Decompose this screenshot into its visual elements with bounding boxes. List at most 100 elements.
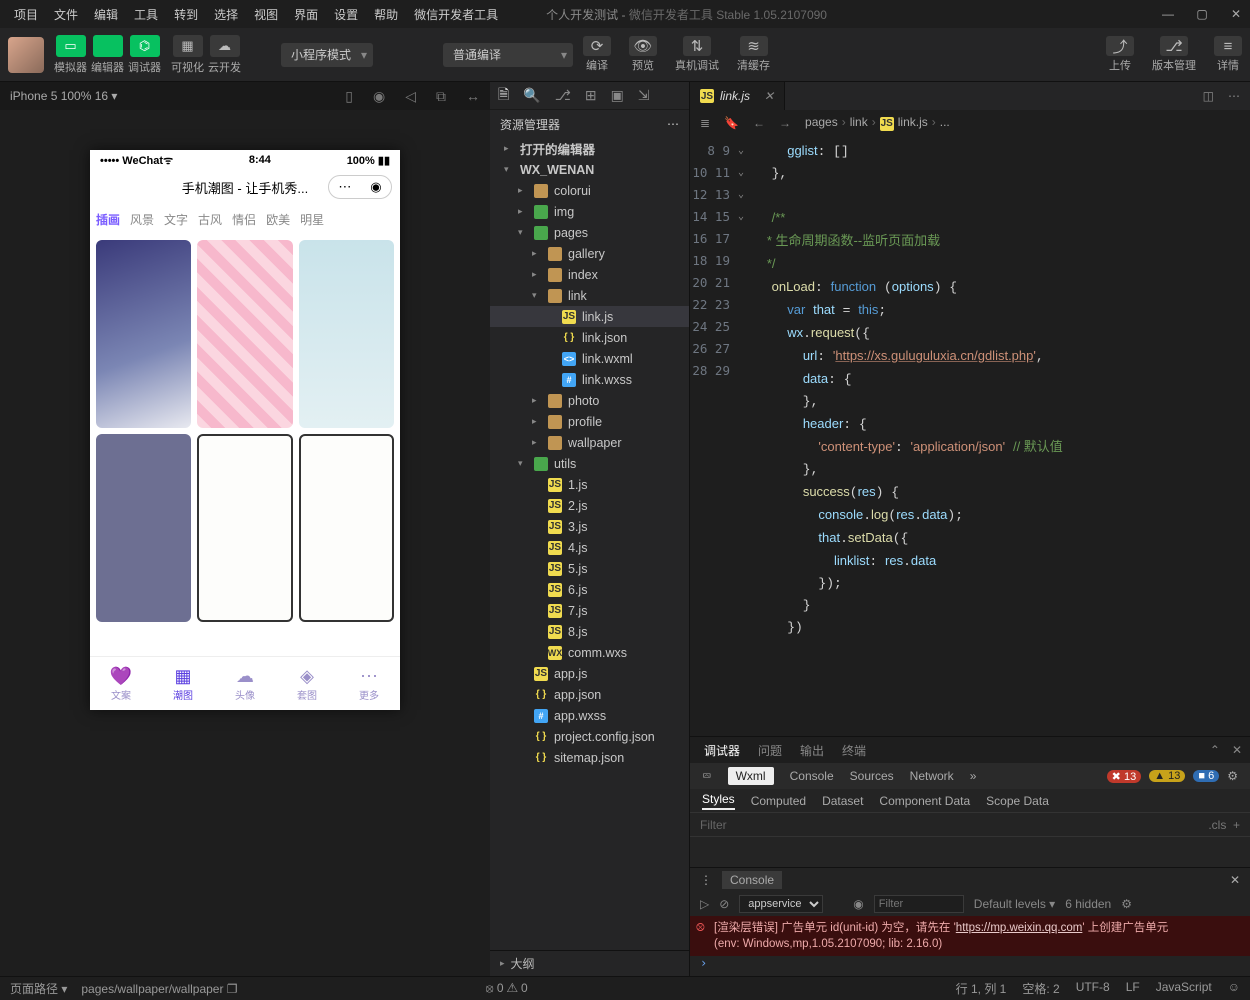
mode-button[interactable]: ⌬调试器	[128, 35, 161, 75]
menu-item[interactable]: 帮助	[366, 2, 406, 27]
cursor-position[interactable]: 行 1, 列 1	[956, 980, 1007, 997]
error-link[interactable]: https://mp.weixin.qq.com	[956, 922, 1083, 934]
eye-icon[interactable]: ◉	[853, 897, 863, 911]
forward-icon[interactable]: →	[779, 116, 791, 130]
compile-type-select[interactable]: 普通编译	[443, 43, 573, 67]
tab-network[interactable]: Network	[910, 769, 954, 783]
style-tab[interactable]: Scope Data	[986, 794, 1049, 808]
tree-node[interactable]: JS5.js	[490, 558, 689, 579]
category-tab[interactable]: 欧美	[266, 211, 290, 228]
inspect-icon[interactable]: ⮹	[702, 769, 712, 784]
toolbar-button[interactable]: 👁预览	[629, 36, 657, 73]
tree-node[interactable]: JS4.js	[490, 537, 689, 558]
toolbar-button[interactable]: ≋清缓存	[737, 36, 770, 73]
tree-node[interactable]: JS6.js	[490, 579, 689, 600]
bottom-nav-item[interactable]: ◈套图	[276, 657, 338, 710]
close-icon[interactable]: ✕	[1228, 7, 1244, 21]
breadcrumb[interactable]: pages›link›JSlink.js›...	[805, 115, 950, 131]
gear-icon[interactable]: ⚙	[1227, 769, 1238, 783]
filter-input[interactable]: Filter	[700, 818, 727, 832]
tab-sources[interactable]: Sources	[850, 769, 894, 783]
problems-indicator[interactable]: ⦻ 0 ⚠ 0	[486, 981, 528, 996]
more-icon[interactable]: ⋯	[667, 117, 679, 131]
bottom-nav-item[interactable]: 💜文案	[90, 657, 152, 710]
menu-item[interactable]: 文件	[46, 2, 86, 27]
close-drawer-icon[interactable]: ✕	[1230, 873, 1240, 887]
tree-node[interactable]: sitemap.json	[490, 747, 689, 768]
capsule-button[interactable]: ⋯◉	[328, 175, 392, 199]
menu-item[interactable]: 设置	[326, 2, 366, 27]
tree-node[interactable]: ▾utils	[490, 453, 689, 474]
category-tab[interactable]: 情侣	[232, 211, 256, 228]
thumbnail[interactable]	[299, 240, 394, 428]
console-prompt[interactable]: ›	[690, 956, 1250, 976]
files-icon[interactable]: 🗎	[498, 84, 509, 108]
devtools-tab[interactable]: 问题	[758, 742, 782, 759]
clear-icon[interactable]: ⊘	[719, 897, 729, 911]
encoding-indicator[interactable]: UTF-8	[1076, 980, 1110, 997]
tree-node[interactable]: ▸wallpaper	[490, 432, 689, 453]
mode-button[interactable]: ▭模拟器	[54, 35, 87, 75]
code-editor[interactable]: 8 9 10 11 12 13 14 15 16 17 18 19 20 21 …	[690, 136, 1250, 736]
tree-node[interactable]: #link.wxss	[490, 369, 689, 390]
sim-icon[interactable]: ◉	[373, 88, 385, 105]
outline-section[interactable]: ▸大纲	[490, 950, 689, 976]
thumbnail[interactable]	[197, 240, 292, 428]
maximize-icon[interactable]: ▢	[1194, 7, 1210, 21]
tree-node[interactable]: app.json	[490, 684, 689, 705]
tree-node[interactable]: link.json	[490, 327, 689, 348]
devtools-tab[interactable]: 终端	[842, 742, 866, 759]
tree-node[interactable]: JS1.js	[490, 474, 689, 495]
more-icon[interactable]: ⋯	[1228, 89, 1240, 103]
ext-icon[interactable]: ⇲	[638, 87, 650, 104]
avatar[interactable]	[8, 37, 44, 73]
mode-button[interactable]: ☁云开发	[208, 35, 241, 75]
language-indicator[interactable]: JavaScript	[1156, 980, 1212, 997]
menu-item[interactable]: 微信开发者工具	[406, 2, 506, 27]
menu-item[interactable]: 项目	[6, 2, 46, 27]
levels-select[interactable]: Default levels ▾	[974, 897, 1055, 911]
collapse-icon[interactable]: ⌃	[1210, 743, 1220, 757]
box-icon[interactable]: ▣	[611, 87, 624, 104]
page-path-label[interactable]: 页面路径 ▾	[10, 980, 67, 997]
toolbar-button[interactable]: ⤴上传	[1106, 36, 1134, 73]
devtools-tab[interactable]: 输出	[800, 742, 824, 759]
tree-node[interactable]: JSapp.js	[490, 663, 689, 684]
device-info[interactable]: iPhone 5 100% 16 ▾	[10, 89, 117, 103]
console-filter-input[interactable]	[874, 895, 964, 913]
minimize-icon[interactable]: —	[1160, 7, 1176, 21]
editor-tab[interactable]: JS link.js ✕	[690, 82, 785, 110]
category-tab[interactable]: 明星	[300, 211, 324, 228]
tree-node[interactable]: ▾pages	[490, 222, 689, 243]
page-path[interactable]: pages/wallpaper/wallpaper ❐	[81, 982, 237, 996]
toolbar-button[interactable]: ≡详情	[1214, 36, 1242, 73]
category-tab[interactable]: 插画	[96, 211, 120, 228]
style-tab[interactable]: Styles	[702, 792, 735, 810]
menu-item[interactable]: 选择	[206, 2, 246, 27]
tab-console[interactable]: Console	[790, 769, 834, 783]
style-tab[interactable]: Component Data	[879, 794, 970, 808]
bottom-nav-item[interactable]: ⋯更多	[338, 657, 400, 710]
mode-button[interactable]: ▦可视化	[171, 35, 204, 75]
toolbar-button[interactable]: ⎇版本管理	[1152, 36, 1196, 73]
tree-node[interactable]: JS2.js	[490, 495, 689, 516]
layout-icon[interactable]: ⊞	[585, 87, 597, 104]
style-tab[interactable]: Computed	[751, 794, 806, 808]
bottom-nav-item[interactable]: ▦潮图	[152, 657, 214, 710]
bookmark-icon[interactable]: 🔖	[724, 116, 739, 130]
list-icon[interactable]: ≣	[700, 116, 710, 130]
context-select[interactable]: appservice	[739, 895, 823, 913]
tree-node[interactable]: JS8.js	[490, 621, 689, 642]
style-tab[interactable]: Dataset	[822, 794, 863, 808]
search-icon[interactable]: 🔍	[523, 87, 540, 104]
tree-node[interactable]: project.config.json	[490, 726, 689, 747]
mode-button[interactable]: 编辑器	[91, 35, 124, 75]
sim-icon[interactable]: ↔	[466, 88, 480, 105]
tree-node[interactable]: JS7.js	[490, 600, 689, 621]
close-tab-icon[interactable]: ✕	[764, 89, 774, 103]
tree-node[interactable]: ▸gallery	[490, 243, 689, 264]
project-mode-select[interactable]: 小程序模式	[281, 43, 373, 67]
tree-node[interactable]: ▾link	[490, 285, 689, 306]
category-tab[interactable]: 文字	[164, 211, 188, 228]
close-icon[interactable]: ✕	[1232, 743, 1242, 757]
